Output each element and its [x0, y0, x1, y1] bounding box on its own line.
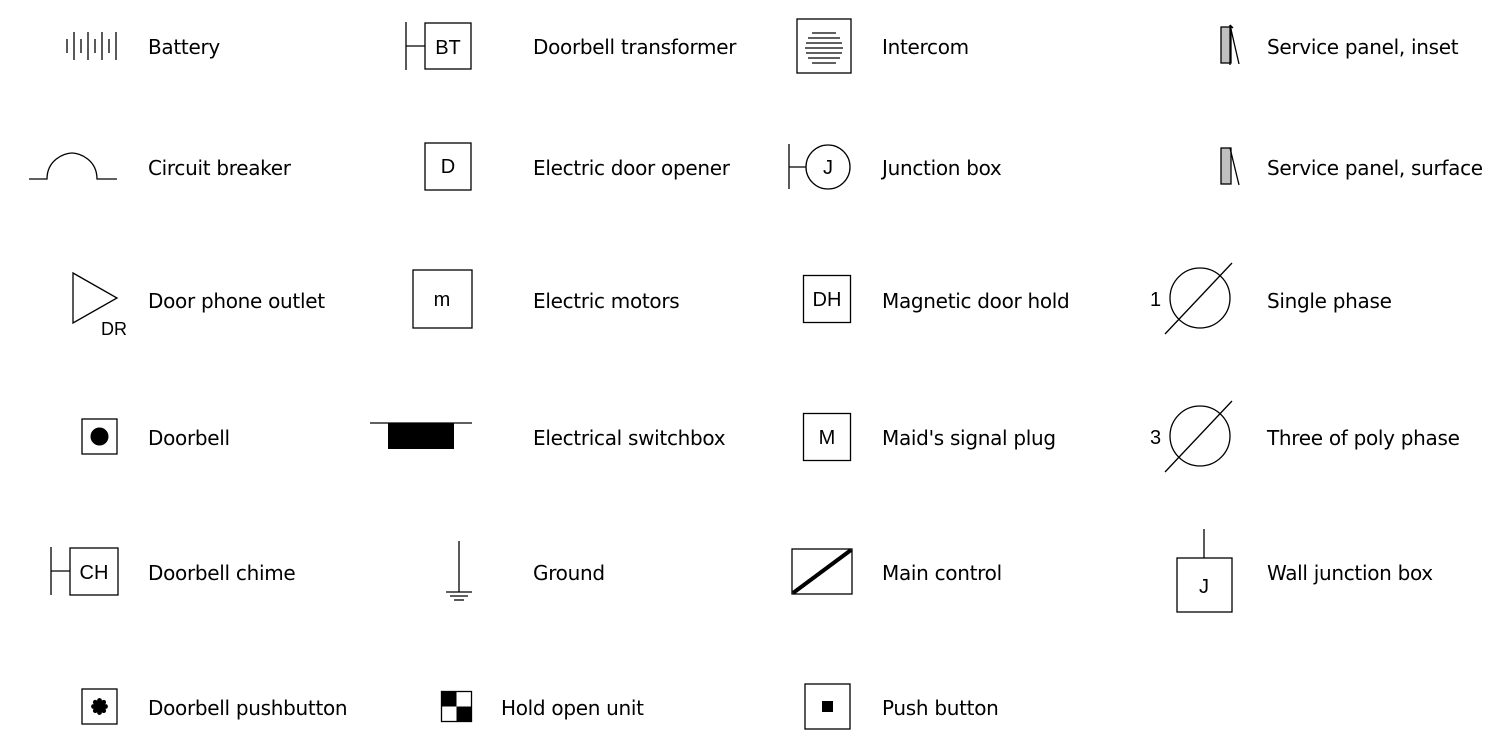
symbol-text: J [823, 157, 833, 179]
symbol-text: M [819, 427, 836, 449]
legend-label: Electrical switchbox [533, 426, 726, 450]
legend-label: Electric motors [533, 289, 680, 313]
symbol-text: D [441, 156, 455, 178]
symbol-text: DH [813, 289, 842, 311]
symbol-text: 1 [1150, 289, 1161, 311]
maids-signal-plug-icon: M [802, 412, 852, 462]
wall-junction-box-icon: J [1176, 529, 1233, 613]
electric-motor-icon: m [412, 269, 473, 329]
electric-door-opener-icon: D [424, 142, 472, 191]
legend-label: Circuit breaker [148, 156, 291, 180]
doorbell-pushbutton-icon [81, 688, 118, 725]
legend-label: Ground [533, 561, 605, 585]
intercom-icon [796, 18, 852, 74]
symbol-text: m [434, 289, 451, 311]
legend-label: Battery [148, 35, 220, 59]
door-phone-outlet-icon: DR [72, 271, 127, 339]
legend-label: Service panel, surface [1267, 156, 1483, 180]
legend-label: Single phase [1267, 289, 1392, 313]
legend-label: Junction box [882, 156, 1002, 180]
circuit-breaker-icon [29, 152, 117, 180]
doorbell-chime-icon: CH [50, 547, 119, 596]
service-panel-inset-icon [1220, 24, 1240, 65]
symbol-text: DR [101, 319, 127, 339]
legend-label: Hold open unit [501, 696, 644, 720]
ground-icon [446, 541, 472, 601]
legend-label: Wall junction box [1267, 561, 1433, 585]
push-button-icon [804, 683, 851, 730]
magnetic-door-hold-icon: DH [802, 274, 852, 324]
symbol-text: J [1199, 576, 1209, 598]
service-panel-surface-icon [1220, 147, 1240, 186]
legend-label: Service panel, inset [1267, 35, 1459, 59]
battery-icon [66, 32, 117, 60]
doorbell-transformer-icon: BT [405, 22, 472, 70]
legend-label: Intercom [882, 35, 969, 59]
legend-label: Maid's signal plug [882, 426, 1056, 450]
legend-label: Door phone outlet [148, 289, 325, 313]
legend-label: Push button [882, 696, 999, 720]
legend-label: Doorbell transformer [533, 35, 737, 59]
hold-open-unit-icon [440, 690, 473, 723]
symbols-legend: Battery Circuit breaker DR Door phone ou… [0, 0, 1500, 745]
doorbell-icon [81, 418, 118, 455]
legend-label: Doorbell pushbutton [148, 696, 348, 720]
single-phase-icon: 1 [1150, 262, 1233, 335]
legend-label: Main control [882, 561, 1002, 585]
legend-label: Magnetic door hold [882, 289, 1070, 313]
symbol-text: 3 [1150, 427, 1161, 449]
legend-label: Doorbell chime [148, 561, 296, 585]
symbol-text: CH [80, 562, 109, 584]
legend-label: Doorbell [148, 426, 230, 450]
main-control-icon [791, 548, 853, 595]
switchbox-icon [370, 422, 472, 449]
symbol-text: BT [435, 37, 461, 59]
legend-label: Electric door opener [533, 156, 730, 180]
three-phase-icon: 3 [1150, 400, 1233, 473]
junction-box-icon: J [788, 144, 851, 190]
legend-label: Three of poly phase [1267, 426, 1460, 450]
